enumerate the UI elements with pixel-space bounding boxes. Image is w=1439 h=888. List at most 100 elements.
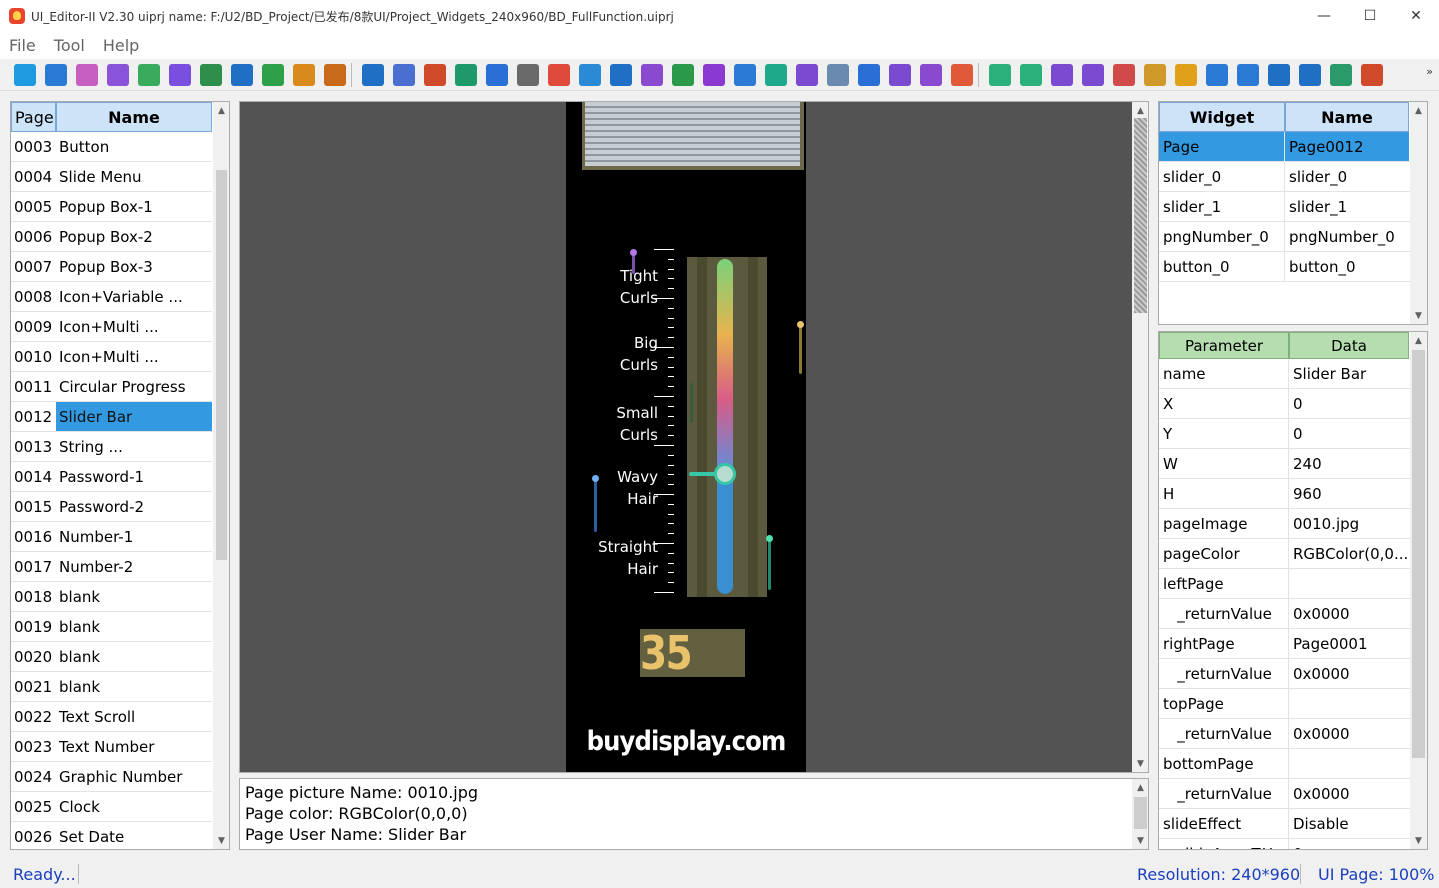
parameter-row[interactable]: Y0 (1159, 419, 1427, 449)
page-list-row[interactable]: 0026 Set Date (11, 822, 212, 849)
scroll-up-icon[interactable]: ▲ (213, 102, 229, 119)
parameter-value[interactable]: 0x0000 (1289, 719, 1409, 748)
widget-column-header[interactable]: Widget (1159, 102, 1285, 132)
parameter-value[interactable] (1289, 689, 1409, 718)
parameter-row[interactable]: _returnValue 0x0000 (1159, 719, 1427, 749)
wav-icon[interactable] (641, 64, 663, 86)
parameter-row[interactable]: _returnValue 0x0000 (1159, 659, 1427, 689)
parameter-value[interactable]: 0 (1289, 389, 1409, 418)
parameter-row[interactable]: _returnValue 0x0000 (1159, 599, 1427, 629)
parameter-row[interactable]: name Slider Bar (1159, 359, 1427, 389)
page-list-row[interactable]: 0017 Number-2 (11, 552, 212, 582)
string-icon[interactable] (362, 64, 384, 86)
parameter-row[interactable]: slideArea T-Y0 (1159, 839, 1427, 850)
scroll-down-icon[interactable]: ▼ (1132, 755, 1148, 772)
image-icon[interactable] (455, 64, 477, 86)
page-list-row[interactable]: 0025 Clock (11, 792, 212, 822)
parameter-value[interactable] (1289, 749, 1409, 778)
distribute-h-icon[interactable] (1113, 64, 1135, 86)
open-icon[interactable] (45, 64, 67, 86)
text-tool-icon[interactable] (393, 64, 415, 86)
chart-settings-icon[interactable] (1361, 64, 1383, 86)
en-font-icon[interactable] (262, 64, 284, 86)
align-right-icon[interactable] (1020, 64, 1042, 86)
page-list-row[interactable]: 0021 blank (11, 672, 212, 702)
align-left-icon[interactable] (989, 64, 1011, 86)
widget-name-column-header[interactable]: Name (1285, 102, 1409, 132)
maximize-button[interactable]: ☐ (1347, 0, 1393, 32)
parameter-value[interactable]: 0010.jpg (1289, 509, 1409, 538)
page-list-row[interactable]: 0018 blank (11, 582, 212, 612)
alarm-icon[interactable] (548, 64, 570, 86)
parameter-value[interactable]: 0 (1289, 419, 1409, 448)
page-list-scrollbar[interactable]: ▲ ▼ (213, 102, 229, 849)
gif-icon[interactable] (579, 64, 601, 86)
parameter-value[interactable]: Slider Bar (1289, 359, 1409, 388)
parameter-row[interactable]: H 960 (1159, 479, 1427, 509)
parameter-value[interactable]: Page0001 (1289, 629, 1409, 658)
scroll-up-icon[interactable]: ▲ (1410, 332, 1427, 349)
parameter-value[interactable]: RGBColor(0,0... (1289, 539, 1409, 568)
parameter-value[interactable]: 0x0000 (1289, 659, 1409, 688)
kbk-font-icon[interactable] (324, 64, 346, 86)
scroll-down-icon[interactable]: ▼ (1410, 832, 1427, 849)
fit-icon[interactable] (1330, 64, 1352, 86)
video-icon[interactable] (920, 64, 942, 86)
page-list-row[interactable]: 0004 Slide Menu (11, 162, 212, 192)
page-column-header[interactable]: Page (11, 102, 56, 132)
page-list-row[interactable]: 0023 Text Number (11, 732, 212, 762)
page-list-row[interactable]: 0005 Popup Box-1 (11, 192, 212, 222)
page-list-row[interactable]: 0012 Slider Bar (11, 402, 212, 432)
zoom-in-icon[interactable] (1268, 64, 1290, 86)
parameter-value[interactable]: 0x0000 (1289, 599, 1409, 628)
gauge-icon[interactable] (889, 64, 911, 86)
grid-icon[interactable] (107, 64, 129, 86)
page-list-row[interactable]: 0003 Button (11, 132, 212, 162)
widget-row[interactable]: slider_0 slider_0 (1159, 162, 1427, 192)
image-edit-icon[interactable] (796, 64, 818, 86)
page-list-row[interactable]: 0013 String ... (11, 432, 212, 462)
minimize-button[interactable]: — (1301, 0, 1347, 32)
parameter-row[interactable]: X0 (1159, 389, 1427, 419)
menu-file[interactable]: File (0, 36, 45, 55)
parameter-value[interactable]: 0 (1289, 839, 1409, 850)
widget-row[interactable]: slider_1 slider_1 (1159, 192, 1427, 222)
scroll-down-icon[interactable]: ▼ (213, 832, 229, 849)
page-list-row[interactable]: 0019 blank (11, 612, 212, 642)
scroll-up-icon[interactable]: ▲ (1410, 102, 1427, 119)
parameter-value[interactable]: 240 (1289, 449, 1409, 478)
same-height-icon[interactable] (1237, 64, 1259, 86)
parameter-row[interactable]: W 240 (1159, 449, 1427, 479)
page-list-row[interactable]: 0006 Popup Box-2 (11, 222, 212, 252)
scroll-thumb[interactable] (1134, 118, 1147, 313)
parameter-row[interactable]: slideEffect Disable (1159, 809, 1427, 839)
parameter-column-header[interactable]: Parameter (1159, 332, 1289, 359)
widget-row[interactable]: button_0 button_0 (1159, 252, 1427, 282)
page-list-row[interactable]: 0016 Number-1 (11, 522, 212, 552)
parameter-scrollbar[interactable]: ▲ ▼ (1410, 332, 1427, 849)
parameter-row[interactable]: topPage (1159, 689, 1427, 719)
toolbar-more-icon[interactable]: » (1426, 65, 1433, 78)
clock-icon[interactable] (486, 64, 508, 86)
page-list-row[interactable]: 0024 Graphic Number (11, 762, 212, 792)
scroll-thumb[interactable] (1134, 797, 1147, 829)
qr-icon[interactable] (610, 64, 632, 86)
scroll-thumb[interactable] (1412, 350, 1425, 758)
palette-icon[interactable] (169, 64, 191, 86)
page-list-row[interactable]: 0010 Icon+Multi ... (11, 342, 212, 372)
progress-icon[interactable] (703, 64, 725, 86)
sliders-icon[interactable] (200, 64, 222, 86)
close-button[interactable]: ✕ (1393, 0, 1439, 32)
parameter-value[interactable]: 960 (1289, 479, 1409, 508)
page-list-row[interactable]: 0022 Text Scroll (11, 702, 212, 732)
data-column-header[interactable]: Data (1289, 332, 1409, 359)
parameter-row[interactable]: bottomPage (1159, 749, 1427, 779)
menu-tool[interactable]: Tool (45, 36, 94, 55)
mic-icon[interactable] (858, 64, 880, 86)
align-bottom-icon[interactable] (1082, 64, 1104, 86)
scroll-down-icon[interactable]: ▼ (1410, 307, 1427, 324)
parameter-row[interactable]: rightPage Page0001 (1159, 629, 1427, 659)
page-list-row[interactable]: 0007 Popup Box-3 (11, 252, 212, 282)
compass-icon[interactable] (765, 64, 787, 86)
tree-icon[interactable] (138, 64, 160, 86)
